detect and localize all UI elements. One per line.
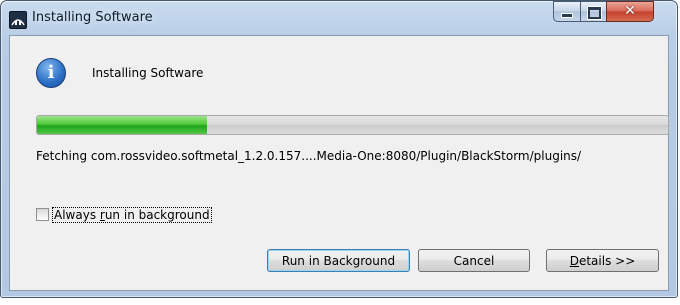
cancel-button[interactable]: Cancel (418, 249, 530, 272)
progress-bar (36, 115, 669, 135)
dialog-body: i Installing Software Fetching com.rossv… (9, 35, 669, 291)
always-run-in-background-checkbox[interactable] (36, 208, 49, 221)
close-icon: ✕ (624, 3, 636, 19)
installing-software-window: Installing Software ✕ i Installing Softw… (0, 0, 678, 298)
progress-fill (37, 116, 208, 134)
info-icon: i (36, 58, 66, 88)
maximize-button[interactable] (580, 1, 607, 22)
window-title: Installing Software (32, 10, 153, 25)
minimize-icon (562, 14, 572, 17)
minimize-button[interactable] (553, 1, 581, 22)
dialog-heading: Installing Software (92, 66, 204, 80)
run-in-background-button[interactable]: Run in Background (267, 249, 410, 272)
title-bar[interactable]: Installing Software ✕ (1, 1, 677, 35)
details-button[interactable]: Details >> (546, 249, 659, 272)
app-icon (9, 11, 27, 29)
close-button[interactable]: ✕ (606, 1, 654, 22)
status-text: Fetching com.rossvideo.softmetal_1.2.0.1… (36, 149, 582, 163)
always-run-in-background-label[interactable]: Always run in background (52, 207, 212, 223)
maximize-icon (588, 7, 601, 19)
